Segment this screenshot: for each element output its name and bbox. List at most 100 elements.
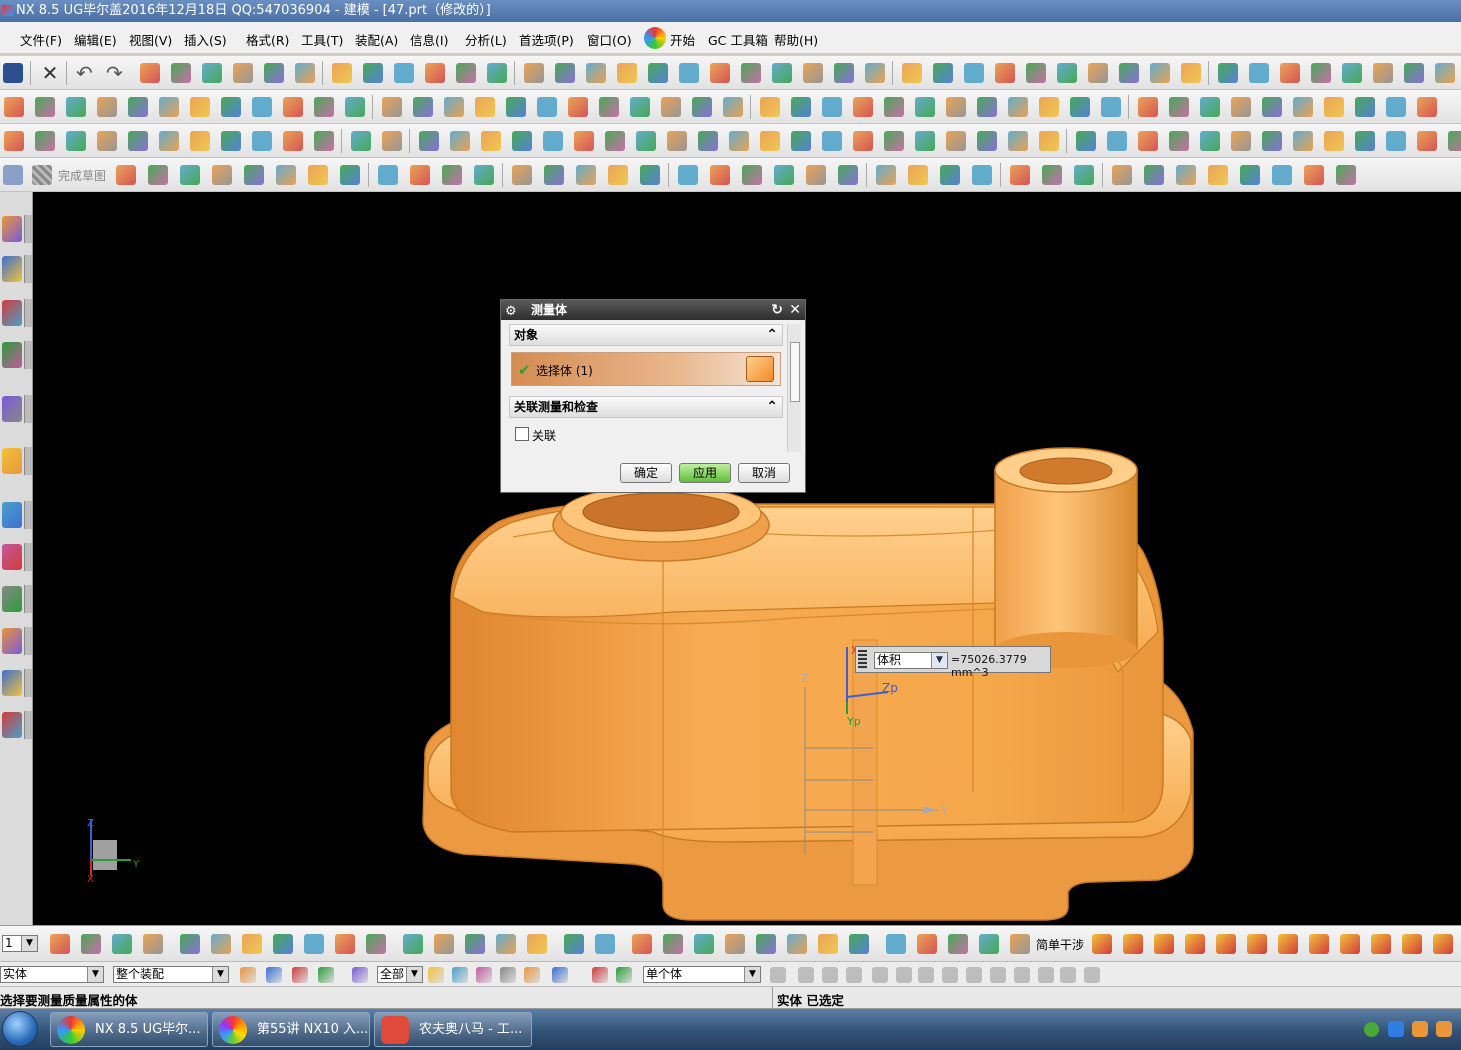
toolbar-tool-icon[interactable]	[190, 131, 210, 151]
cancel-button[interactable]: 取消	[738, 463, 790, 483]
toolbar-tool-icon[interactable]	[66, 97, 86, 117]
toolbar-tool-icon[interactable]	[678, 165, 698, 185]
toolbar-tool-icon[interactable]	[1208, 165, 1228, 185]
toolbar-tool-icon[interactable]	[190, 97, 210, 117]
toolbar-tool-icon[interactable]	[1042, 165, 1062, 185]
toolbar-tool-icon[interactable]	[586, 63, 606, 83]
toolbar-tool-icon[interactable]	[544, 165, 564, 185]
selection-tool-icon[interactable]	[552, 967, 568, 983]
toolbar-tool-icon[interactable]	[465, 934, 485, 954]
toolbar-tool-icon[interactable]	[742, 165, 762, 185]
toolbar-tool-icon[interactable]	[413, 97, 433, 117]
layer-select[interactable]: 1 ▼	[2, 935, 38, 952]
toolbar-tool-icon[interactable]	[233, 63, 253, 83]
collapse-icon[interactable]: ⌃	[766, 399, 778, 415]
toolbar-tool-icon[interactable]	[97, 97, 117, 117]
tray-icon-shield[interactable]	[1388, 1021, 1404, 1037]
selection-tool-icon[interactable]	[352, 967, 368, 983]
toolbar-tool-icon[interactable]	[1107, 131, 1127, 151]
solid-body-icon[interactable]	[746, 356, 774, 382]
toolbar-tool-icon[interactable]	[382, 131, 402, 151]
toolbar-tool-icon[interactable]	[242, 934, 262, 954]
toolbar-tool-icon[interactable]	[979, 934, 999, 954]
toolbar-tool-icon[interactable]	[1293, 131, 1313, 151]
toolbar-tool-icon[interactable]	[838, 165, 858, 185]
undo-icon[interactable]: ↶	[76, 63, 96, 83]
toolbar-tool-icon[interactable]	[630, 97, 650, 117]
menu-help[interactable]: 帮助(H)	[774, 30, 818, 49]
finish-sketch-label[interactable]: 完成草图	[58, 167, 106, 184]
toolbar-tool-icon[interactable]	[1154, 934, 1174, 954]
resource-tab[interactable]	[24, 341, 32, 369]
toolbar-tool-icon[interactable]	[865, 63, 885, 83]
menu-window[interactable]: 窗口(O)	[587, 30, 632, 49]
toolbar-tool-icon[interactable]	[1336, 165, 1356, 185]
finish-sketch-icon[interactable]	[32, 165, 52, 185]
toolbar-tool-icon[interactable]	[760, 131, 780, 151]
toolbar-tool-icon[interactable]	[972, 165, 992, 185]
select-body-row[interactable]: ✔ 选择体 (1)	[511, 352, 781, 386]
start-orb[interactable]	[2, 1011, 38, 1047]
toolbar-tool-icon[interactable]	[1278, 934, 1298, 954]
selection-tool-icon[interactable]	[846, 967, 862, 983]
toolbar-tool-icon[interactable]	[1010, 165, 1030, 185]
toolbar-tool-icon[interactable]	[1176, 165, 1196, 185]
resource-tab-icon[interactable]	[2, 216, 22, 242]
toolbar-tool-icon[interactable]	[1231, 97, 1251, 117]
toolbar-tool-icon[interactable]	[221, 131, 241, 151]
apply-button[interactable]: 应用	[679, 463, 731, 483]
toolbar-tool-icon[interactable]	[212, 165, 232, 185]
reset-icon[interactable]: ↻	[771, 300, 783, 320]
toolbar-tool-icon[interactable]	[876, 165, 896, 185]
toolbar-tool-icon[interactable]	[304, 934, 324, 954]
selection-tool-icon[interactable]	[918, 967, 934, 983]
toolbar-tool-icon[interactable]	[128, 131, 148, 151]
toolbar-tool-icon[interactable]	[1404, 63, 1424, 83]
resource-tab-icon[interactable]	[2, 544, 22, 570]
selection-tool-icon[interactable]	[476, 967, 492, 983]
toolbar-tool-icon[interactable]	[283, 97, 303, 117]
toolbar-tool-icon[interactable]	[112, 934, 132, 954]
toolbar-tool-icon[interactable]	[50, 934, 70, 954]
toolbar-tool-icon[interactable]	[1324, 97, 1344, 117]
selection-tool-icon[interactable]	[500, 967, 516, 983]
toolbar-tool-icon[interactable]	[403, 934, 423, 954]
resource-tab-icon[interactable]	[2, 256, 22, 282]
toolbar-tool-icon[interactable]	[444, 97, 464, 117]
redo-icon[interactable]: ↷	[106, 63, 126, 83]
toolbar-tool-icon[interactable]	[1138, 97, 1158, 117]
layer-filter-select[interactable]: 全部 ▼	[377, 966, 423, 983]
toolbar-tool-icon[interactable]	[527, 934, 547, 954]
resource-tab-icon[interactable]	[2, 586, 22, 612]
toolbar-tool-icon[interactable]	[605, 131, 625, 151]
toolbar-tool-icon[interactable]	[568, 97, 588, 117]
toolbar-tool-icon[interactable]	[180, 934, 200, 954]
resource-tab[interactable]	[24, 711, 32, 739]
toolbar-tool-icon[interactable]	[1138, 131, 1158, 151]
toolbar-tool-icon[interactable]	[1417, 131, 1437, 151]
close-icon[interactable]: ✕	[40, 63, 60, 83]
toolbar-tool-icon[interactable]	[335, 934, 355, 954]
toolbar-tool-icon[interactable]	[537, 97, 557, 117]
toolbar-tool-icon[interactable]	[756, 934, 776, 954]
toolbar-tool-icon[interactable]	[902, 63, 922, 83]
toolbar-tool-icon[interactable]	[506, 97, 526, 117]
toolbar-tool-icon[interactable]	[661, 97, 681, 117]
gear-icon[interactable]: ⚙	[505, 302, 517, 322]
toolbar-tool-icon[interactable]	[1324, 131, 1344, 151]
toolbar-tool-icon[interactable]	[1272, 165, 1292, 185]
selection-tool-icon[interactable]	[1014, 967, 1030, 983]
menu-edit[interactable]: 编辑(E)	[74, 30, 117, 49]
toolbar-tool-icon[interactable]	[698, 131, 718, 151]
selection-tool-icon[interactable]	[616, 967, 632, 983]
toolbar-tool-icon[interactable]	[244, 165, 264, 185]
toolbar-tool-icon[interactable]	[555, 63, 575, 83]
menu-start[interactable]: 开始	[670, 30, 695, 49]
toolbar-tool-icon[interactable]	[450, 131, 470, 151]
toolbar-tool-icon[interactable]	[456, 63, 476, 83]
toolbar-tool-icon[interactable]	[617, 63, 637, 83]
resource-tab[interactable]	[24, 501, 32, 529]
toolbar-tool-icon[interactable]	[977, 131, 997, 151]
resource-tab[interactable]	[24, 669, 32, 697]
toolbar-tool-icon[interactable]	[1039, 97, 1059, 117]
